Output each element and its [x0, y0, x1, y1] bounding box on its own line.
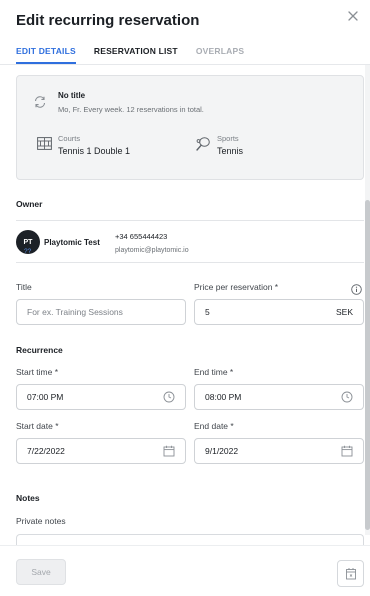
courts-value: Tennis 1 Double 1	[58, 146, 131, 156]
calendar-icon	[163, 445, 175, 457]
calendar-icon	[341, 445, 353, 457]
owner-name[interactable]: Playtomic Test	[44, 238, 100, 247]
end-date-label: End date *	[194, 421, 234, 431]
tabs-divider	[0, 64, 370, 65]
courts-label: Courts	[58, 134, 81, 143]
start-time-input[interactable]: 07:00 PM	[16, 384, 186, 410]
scrollbar-thumb[interactable]	[365, 200, 370, 530]
private-notes-label: Private notes	[16, 516, 66, 526]
end-time-label: End time *	[194, 367, 234, 377]
end-date-input[interactable]: 9/1/2022	[194, 438, 364, 464]
title-placeholder: For ex. Training Sessions	[27, 307, 123, 317]
edit-recurring-reservation-panel: Edit recurring reservation EDIT DETAILS …	[0, 0, 370, 596]
tab-bar: EDIT DETAILS RESERVATION LIST OVERLAPS	[16, 46, 244, 64]
recurrence-section-title: Recurrence	[16, 345, 63, 355]
clock-icon	[341, 391, 353, 403]
repeat-icon	[34, 96, 46, 108]
trash-icon	[345, 568, 356, 580]
reservation-summary-card: No title Mo, Fr. Every week. 12 reservat…	[16, 75, 364, 180]
summary-title: No title	[58, 91, 86, 100]
price-input[interactable]: 5 SEK	[194, 299, 364, 325]
title-input[interactable]: For ex. Training Sessions	[16, 299, 186, 325]
close-icon	[348, 11, 358, 21]
owner-email: playtomic@playtomic.io	[115, 247, 189, 254]
info-icon[interactable]	[351, 284, 362, 295]
owner-level: ??	[24, 248, 32, 255]
owner-divider-top	[16, 220, 364, 221]
court-icon	[37, 137, 52, 150]
save-button[interactable]: Save	[16, 559, 66, 585]
delete-button[interactable]	[337, 560, 364, 587]
start-date-value: 7/22/2022	[27, 446, 65, 456]
start-date-label: Start date *	[16, 421, 59, 431]
sports-value: Tennis	[217, 146, 244, 156]
owner-section-title: Owner	[16, 199, 43, 209]
start-time-label: Start time *	[16, 367, 59, 377]
end-time-value: 08:00 PM	[205, 392, 242, 402]
start-time-value: 07:00 PM	[27, 392, 64, 402]
price-value: 5	[205, 307, 210, 317]
title-label: Title	[16, 282, 32, 292]
sports-label: Sports	[217, 134, 239, 143]
footer-divider	[0, 545, 370, 546]
price-currency: SEK	[335, 307, 353, 317]
tab-overlaps[interactable]: OVERLAPS	[196, 46, 244, 64]
end-time-input[interactable]: 08:00 PM	[194, 384, 364, 410]
close-button[interactable]	[344, 7, 362, 25]
end-date-value: 9/1/2022	[205, 446, 239, 456]
notes-section-title: Notes	[16, 493, 40, 503]
owner-phone: +34 655444423	[115, 232, 168, 241]
price-label: Price per reservation *	[194, 282, 279, 292]
tennis-racket-icon	[196, 137, 210, 151]
tab-reservation-list[interactable]: RESERVATION LIST	[94, 46, 178, 64]
page-title: Edit recurring reservation	[16, 12, 200, 29]
summary-description: Mo, Fr. Every week. 12 reservations in t…	[58, 105, 204, 114]
clock-icon	[163, 391, 175, 403]
owner-divider-bottom	[16, 262, 364, 263]
start-date-input[interactable]: 7/22/2022	[16, 438, 186, 464]
tab-edit-details[interactable]: EDIT DETAILS	[16, 46, 76, 64]
